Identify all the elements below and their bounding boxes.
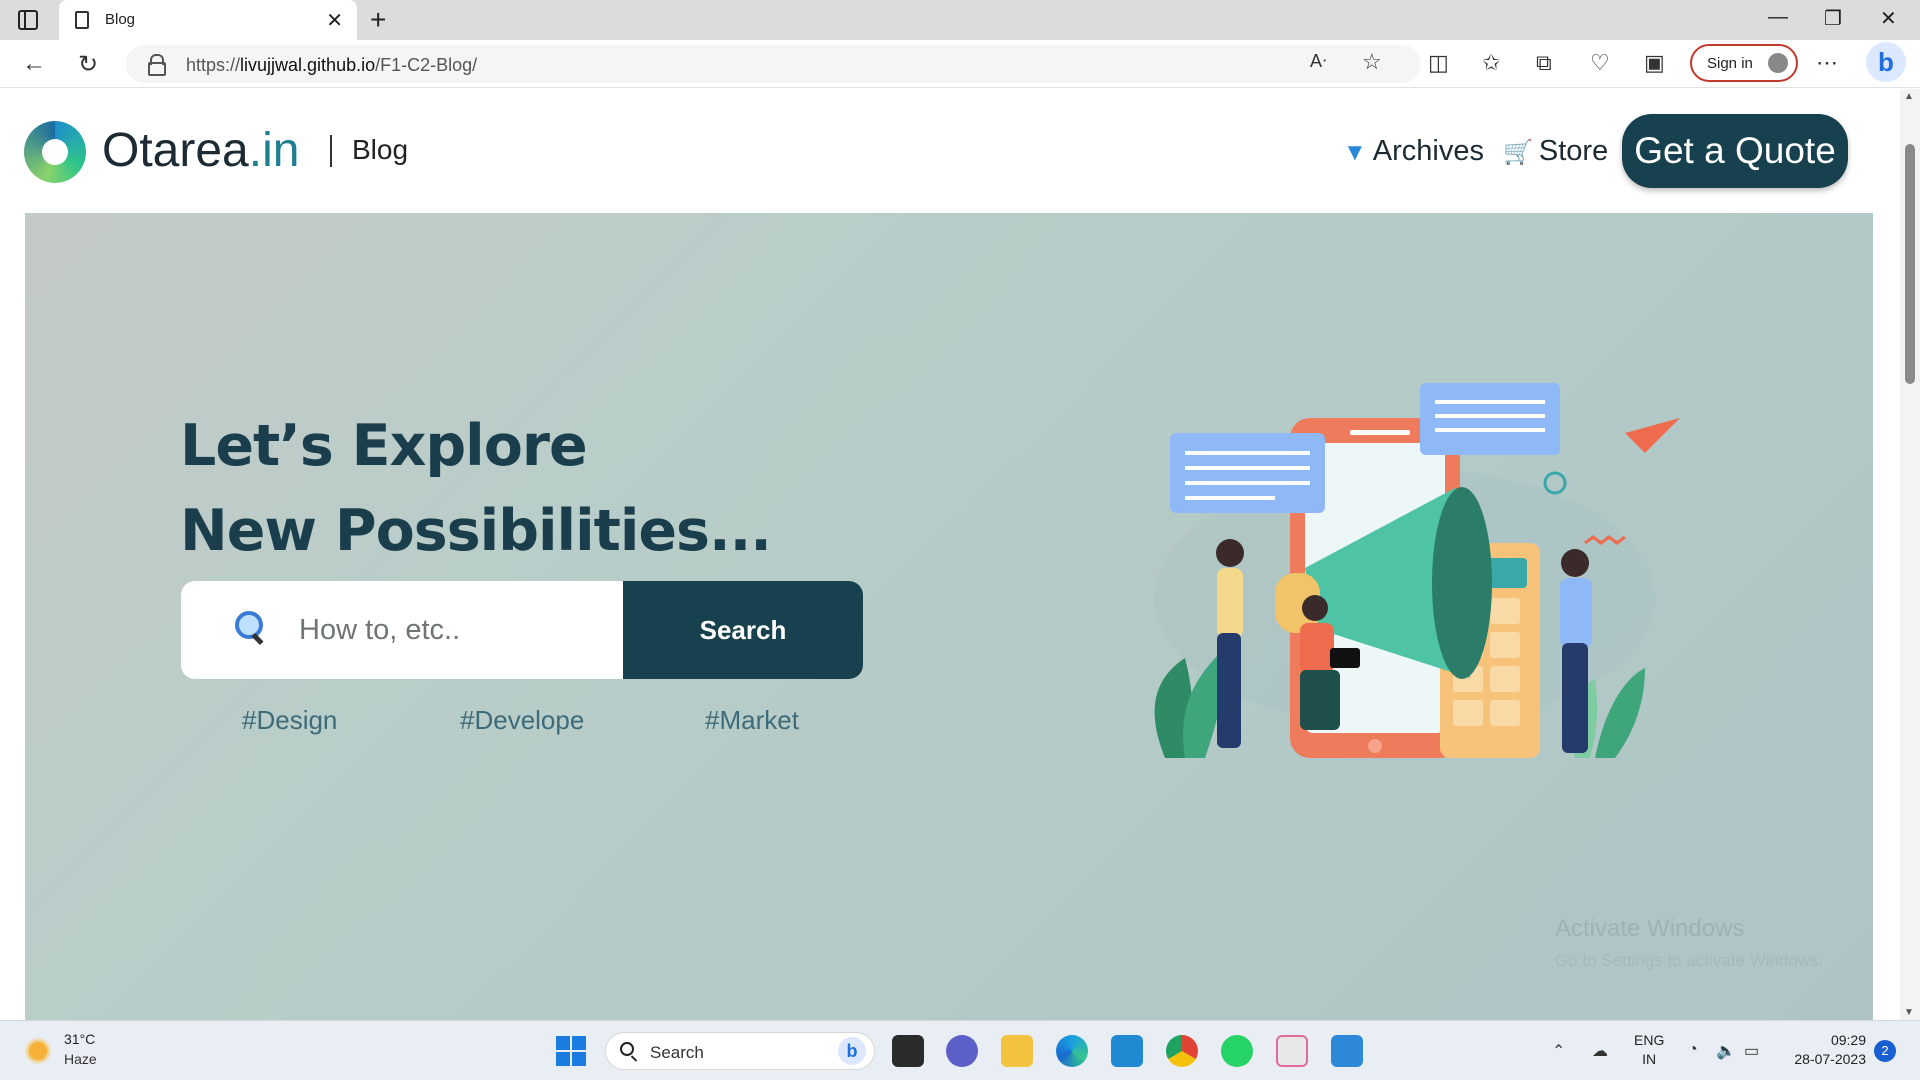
- volume-icon[interactable]: 🔈: [1716, 1041, 1736, 1061]
- weather-condition[interactable]: Haze: [64, 1051, 97, 1067]
- bing-copilot-icon[interactable]: b: [1866, 42, 1906, 82]
- more-options-icon[interactable]: ⋯: [1816, 50, 1838, 76]
- edge-browser-icon[interactable]: [1056, 1035, 1088, 1067]
- profile-avatar-icon: [1768, 53, 1788, 73]
- battery-icon[interactable]: ▭: [1744, 1041, 1759, 1061]
- collections-icon[interactable]: ⧉: [1536, 50, 1552, 76]
- lock-icon[interactable]: [148, 54, 166, 76]
- section-label[interactable]: Blog: [352, 134, 408, 166]
- weather-temperature[interactable]: 31°C: [64, 1031, 95, 1047]
- get-a-quote-button[interactable]: Get a Quote: [1622, 114, 1848, 188]
- activate-windows-title: Activate Windows: [1555, 915, 1745, 942]
- system-clock[interactable]: 09:29 28-07-2023: [1786, 1031, 1866, 1069]
- show-hidden-icons-icon[interactable]: ⌃: [1552, 1041, 1565, 1061]
- wifi-icon[interactable]: ◔: [1688, 1041, 1698, 1059]
- tag-design[interactable]: #Design: [242, 705, 337, 736]
- vscode-icon[interactable]: [1111, 1035, 1143, 1067]
- taskbar-search[interactable]: Search b: [605, 1032, 875, 1070]
- restore-icon[interactable]: ❐: [1824, 6, 1842, 31]
- down-triangle-icon: ▼: [1343, 139, 1367, 166]
- search-icon: [620, 1042, 634, 1056]
- address-bar-row: ← ↻ https://livujjwal.github.io/F1-C2-Bl…: [0, 40, 1920, 88]
- whatsapp-icon[interactable]: [1221, 1035, 1253, 1067]
- activate-windows-subtitle: Go to Settings to activate Windows.: [1555, 951, 1824, 970]
- chrome-icon[interactable]: [1166, 1035, 1198, 1067]
- tab-actions-icon[interactable]: [18, 10, 38, 30]
- bing-icon[interactable]: b: [838, 1037, 866, 1065]
- scroll-up-icon[interactable]: ▲: [1904, 91, 1914, 102]
- url-text[interactable]: https://livujjwal.github.io/F1-C2-Blog/: [186, 55, 477, 76]
- weather-haze-icon[interactable]: [24, 1037, 52, 1065]
- new-tab-icon[interactable]: +: [370, 4, 386, 36]
- nav-archives-label: Archives: [1372, 135, 1484, 167]
- snipping-tool-icon[interactable]: [1276, 1035, 1308, 1067]
- nav-archives[interactable]: ▼ Archives: [1343, 135, 1484, 168]
- favorite-star-icon[interactable]: ☆: [1362, 49, 1382, 75]
- sign-in-button[interactable]: Sign in: [1690, 44, 1798, 82]
- search-icon: [235, 611, 265, 647]
- sign-in-label: Sign in: [1707, 55, 1753, 72]
- hero-section: Let’s Explore New Possibilities... Searc…: [25, 213, 1873, 1043]
- url-bar[interactable]: https://livujjwal.github.io/F1-C2-Blog/ …: [126, 45, 1421, 83]
- tag-develope[interactable]: #Develope: [460, 705, 584, 736]
- clock-time: 09:29: [1830, 1032, 1866, 1048]
- notification-badge[interactable]: 2: [1874, 1040, 1896, 1062]
- windows-start-icon[interactable]: [556, 1036, 586, 1066]
- tag-market[interactable]: #Market: [705, 705, 799, 736]
- tab-title: Blog: [105, 11, 136, 28]
- teams-chat-icon[interactable]: [946, 1035, 978, 1067]
- page-icon: [75, 11, 89, 29]
- language-code: ENG: [1634, 1032, 1665, 1048]
- browser-tab-strip: Blog ✕ + — ❐ ✕: [0, 0, 1920, 40]
- onedrive-icon[interactable]: ☁: [1592, 1041, 1608, 1061]
- nav-store[interactable]: 🛒 Store: [1503, 135, 1608, 168]
- marketing-illustration: [1154, 383, 1680, 758]
- hero-title-line1: Let’s Explore: [180, 413, 588, 479]
- site-logo[interactable]: Otarea.in: [102, 123, 299, 178]
- task-view-icon[interactable]: [892, 1035, 924, 1067]
- scroll-thumb[interactable]: [1905, 144, 1915, 384]
- site-header: Otarea.in Blog ▼ Archives 🛒 Store Get a Qu…: [0, 89, 1900, 213]
- language-indicator[interactable]: ENG IN: [1634, 1031, 1664, 1069]
- cart-icon: 🛒: [1503, 139, 1533, 166]
- split-screen-icon[interactable]: ◫: [1428, 50, 1449, 76]
- hero-search-input[interactable]: [299, 605, 599, 655]
- browser-tab[interactable]: Blog ✕: [59, 0, 357, 40]
- photos-icon[interactable]: [1331, 1035, 1363, 1067]
- hero-title-line2: New Possibilities...: [180, 498, 772, 564]
- read-aloud-icon[interactable]: Aᐧ: [1310, 51, 1327, 72]
- taskbar-search-label: Search: [650, 1043, 704, 1062]
- region-code: IN: [1642, 1051, 1657, 1067]
- favorites-icon[interactable]: ✩: [1482, 50, 1500, 76]
- browser-essentials-icon[interactable]: ▣: [1644, 50, 1665, 76]
- nav-store-label: Store: [1538, 135, 1609, 167]
- scroll-down-icon[interactable]: ▼: [1904, 1007, 1914, 1018]
- logo-divider: [330, 135, 332, 167]
- clock-date: 28-07-2023: [1794, 1051, 1866, 1067]
- otarea-logo-icon[interactable]: [24, 121, 86, 183]
- close-window-icon[interactable]: ✕: [1880, 6, 1897, 31]
- windows-taskbar: 31°C Haze Search b ⌃ ☁ ENG IN ◔ 🔈 ▭ 09:2…: [0, 1020, 1920, 1080]
- minimize-icon[interactable]: —: [1768, 6, 1788, 29]
- hero-search: Search: [181, 581, 863, 679]
- file-explorer-icon[interactable]: [1001, 1035, 1033, 1067]
- refresh-icon[interactable]: ↻: [78, 50, 98, 79]
- search-button[interactable]: Search: [623, 581, 863, 679]
- page-scrollbar[interactable]: ▲ ▼: [1900, 89, 1920, 1020]
- back-icon[interactable]: ←: [22, 50, 46, 78]
- performance-icon[interactable]: ♡: [1590, 50, 1610, 76]
- close-tab-icon[interactable]: ✕: [326, 8, 343, 33]
